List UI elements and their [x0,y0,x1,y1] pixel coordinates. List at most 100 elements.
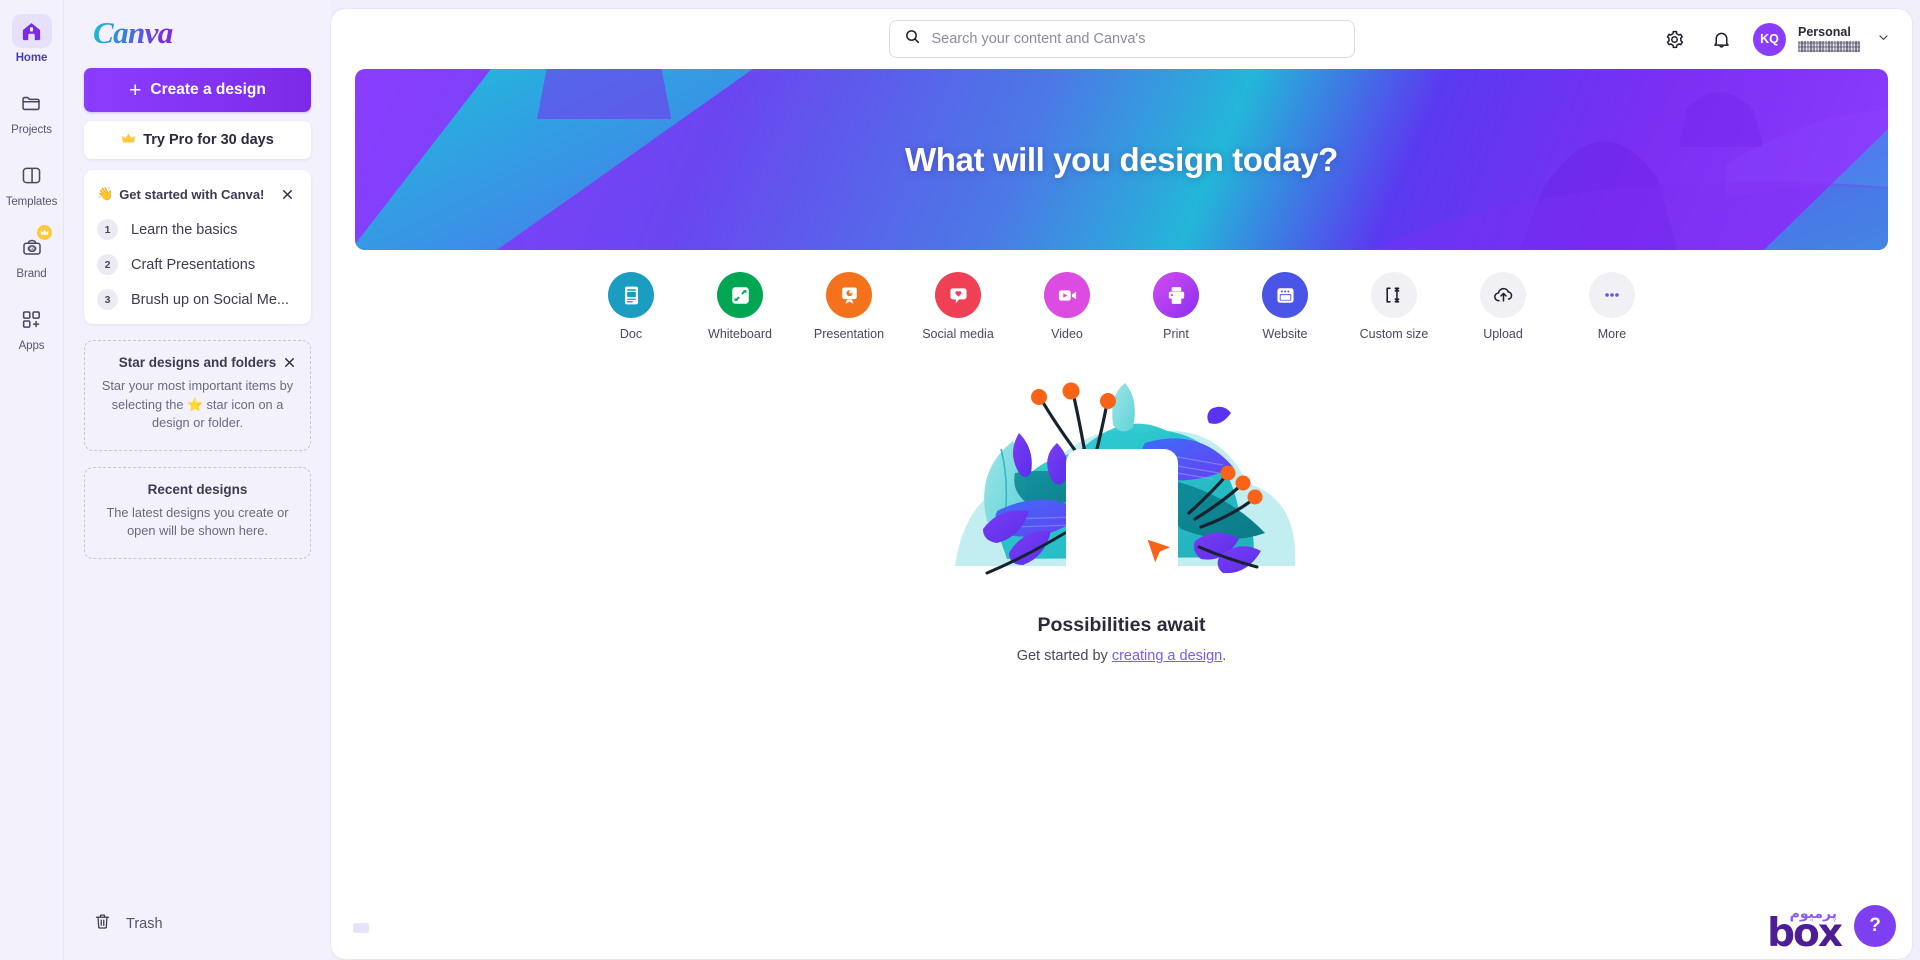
empty-subtitle-suffix: . [1222,648,1227,664]
canva-logo[interactable]: Canva [93,15,173,51]
empty-state: Possibilities await Get started by creat… [331,361,1912,664]
category-website[interactable]: Website [1243,272,1327,341]
try-pro-label: Try Pro for 30 days [143,132,274,148]
search-input[interactable] [931,31,1340,47]
doc-icon [608,272,654,318]
help-icon[interactable]: ? [1854,905,1896,947]
avatar[interactable]: KQ [1753,22,1786,56]
top-bar: KQ Personal [331,9,1912,69]
close-icon[interactable] [276,183,298,205]
category-label: More [1597,327,1627,341]
category-label: Upload [1483,327,1523,341]
trash-label: Trash [126,916,163,932]
rail-item-brand[interactable]: CO Brand [0,225,64,280]
get-started-title-row: 👋 Get started with Canva! [97,186,264,202]
category-social-media[interactable]: Social media [916,272,1000,341]
hero-banner: What will you design today? [355,69,1888,250]
creating-a-design-link[interactable]: creating a design [1112,648,1222,664]
empty-state-title: Possibilities await [1037,614,1206,636]
rail-label-projects: Projects [11,124,52,136]
recent-card-title: Recent designs [147,481,248,497]
rail-item-projects[interactable]: Projects [0,86,64,136]
get-started-item-1[interactable]: 1 Learn the basics [97,219,298,240]
category-label: Video [1051,327,1083,341]
rail-item-templates[interactable]: Templates [0,158,64,208]
get-started-item-label: Brush up on Social Me... [131,291,289,308]
category-label: Doc [619,327,643,341]
rail-label-apps: Apps [18,340,45,352]
chevron-down-icon[interactable] [1877,31,1890,47]
get-started-card: 👋 Get started with Canva! 1 Learn the ba… [84,170,311,324]
close-icon[interactable] [278,351,300,373]
category-video[interactable]: Video [1025,272,1109,341]
category-label: Print [1163,327,1189,341]
footer-branding: پرمیوم box ? [1745,893,1912,959]
waving-hand-icon: 👋 [97,186,114,201]
botanical-design-card-illustration [954,382,1295,597]
website-icon [1262,272,1308,318]
category-label: Website [1262,327,1308,341]
top-bar-right-group: KQ Personal [1659,22,1890,56]
star-designs-card: Star designs and folders Star your most … [84,340,311,451]
recent-designs-card: Recent designs The latest designs you cr… [84,466,311,559]
video-icon [1044,272,1090,318]
gear-icon[interactable] [1659,24,1689,54]
category-presentation[interactable]: Presentation [807,272,891,341]
svg-text:CO: CO [29,247,35,251]
canva-home-page: Home Projects Templates CO Brand Apps Ca… [0,0,1920,960]
get-started-header: 👋 Get started with Canva! [97,183,298,205]
category-more[interactable]: More [1570,272,1654,341]
apps-grid-plus-icon [12,302,52,336]
star-card-body: Star your most important items by select… [101,378,294,431]
get-started-item-label: Craft Presentations [131,256,256,273]
design-type-row: Doc Whiteboard Presentation Social media… [331,272,1912,341]
empty-state-subtitle: Get started by creating a design. [1017,648,1227,664]
get-started-item-label: Learn the basics [131,221,238,238]
rail-item-apps[interactable]: Apps [0,302,64,352]
home-icon [11,14,52,48]
rail-label-home: Home [15,52,48,64]
category-doc[interactable]: Doc [589,272,673,341]
recent-card-body: The latest designs you create or open wi… [106,504,289,539]
main-content-panel: KQ Personal [331,9,1912,959]
account-switcher[interactable]: Personal [1798,24,1860,53]
left-icon-rail: Home Projects Templates CO Brand Apps [0,0,64,960]
trash-nav-item[interactable]: Trash [84,912,163,936]
category-custom-size[interactable]: Custom size [1352,272,1436,341]
create-a-design-button[interactable]: + Create a design [84,68,311,112]
get-started-title: Get started with Canva! [119,186,265,202]
whiteboard-icon [717,272,763,318]
star-card-title: Star designs and folders [118,355,277,370]
rail-label-templates: Templates [5,196,58,208]
account-email-redacted [1798,41,1860,53]
category-label: Whiteboard [708,327,772,341]
bell-icon[interactable] [1706,24,1736,54]
empty-subtitle-prefix: Get started by [1016,648,1112,664]
sidebar-panel: Canva + Create a design Try Pro for 30 d… [64,0,331,960]
search-icon [904,28,921,50]
step-number-badge: 2 [97,254,118,275]
get-started-item-2[interactable]: 2 Craft Presentations [97,254,298,275]
category-print[interactable]: Print [1134,272,1218,341]
hero-title: What will you design today? [905,140,1338,178]
brand-kit-icon: CO [12,225,52,264]
account-name: Personal [1798,24,1851,39]
box-logo[interactable]: پرمیوم box [1767,906,1843,953]
create-button-label: Create a design [150,81,266,98]
social-media-icon [935,272,981,318]
step-number-badge: 3 [97,289,118,310]
category-label: Social media [922,327,994,341]
search-bar[interactable] [888,20,1355,58]
try-pro-button[interactable]: Try Pro for 30 days [84,121,311,159]
more-dots-icon [1589,272,1635,318]
category-label: Custom size [1359,327,1429,341]
rail-label-brand: Brand [16,268,47,280]
bottom-left-placeholder-chip [353,923,369,933]
rail-item-home[interactable]: Home [0,14,64,64]
category-upload[interactable]: Upload [1461,272,1545,341]
category-label: Presentation [813,327,885,341]
plus-icon: + [129,78,142,102]
crown-icon [121,131,136,150]
get-started-item-3[interactable]: 3 Brush up on Social Me... [97,289,298,310]
category-whiteboard[interactable]: Whiteboard [698,272,782,341]
